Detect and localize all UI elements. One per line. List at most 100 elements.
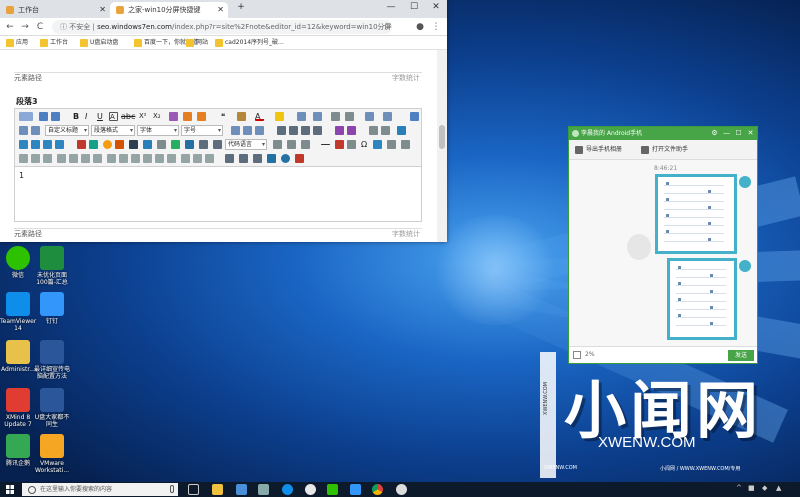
close-button[interactable]: ✕ (745, 127, 756, 140)
snapscreen-icon[interactable] (387, 140, 396, 149)
drafts-icon[interactable] (267, 154, 276, 163)
superscript-icon[interactable]: X² (139, 112, 148, 121)
touppercase-icon[interactable] (335, 126, 344, 135)
forward-button[interactable]: → (18, 20, 32, 34)
desktop-icon-xmind[interactable]: XMind 8 Update 7 (0, 388, 36, 428)
table-props-icon[interactable] (181, 154, 190, 163)
tolowercase-icon[interactable] (347, 126, 356, 135)
open-file-helper-button[interactable]: 打开文件助手 (641, 145, 688, 155)
teamviewer-taskbar-icon[interactable] (282, 484, 293, 495)
fullscreen-icon[interactable] (410, 112, 419, 121)
template-icon[interactable] (287, 140, 296, 149)
info-icon[interactable]: ⓘ (60, 23, 69, 31)
insert-image-icon[interactable] (89, 140, 98, 149)
code-language-select[interactable]: 代码语言 (225, 139, 267, 150)
delete-table-icon[interactable] (31, 154, 40, 163)
row-spacing-icon[interactable] (365, 112, 374, 121)
horizontal-rule-icon[interactable] (321, 144, 330, 145)
task-view-icon[interactable] (188, 484, 199, 495)
insert-code-icon[interactable] (213, 140, 222, 149)
attachment-icon[interactable] (157, 140, 166, 149)
eraser-icon[interactable] (169, 112, 178, 121)
merge-right-icon[interactable] (119, 154, 128, 163)
menu-icon[interactable]: ⋮ (429, 20, 443, 34)
chart-icon[interactable] (205, 154, 214, 163)
bookmark-item[interactable]: 应用 (6, 38, 28, 48)
align-left-icon[interactable] (277, 126, 286, 135)
screenshot-message[interactable] (655, 174, 737, 254)
bookmark-item[interactable]: U盘启动盘 (80, 38, 118, 48)
desktop-icon-tencent[interactable]: 腾讯企鹅 (0, 434, 36, 467)
ltr-icon[interactable] (231, 126, 240, 135)
tray-overflow-icon[interactable]: ^ (736, 484, 742, 492)
address-bar[interactable]: ⓘ 不安全 | seo.windows7en.com/index.php?r=s… (52, 20, 392, 34)
print-icon[interactable] (225, 154, 234, 163)
bookmark-item[interactable]: 网站 (186, 38, 208, 48)
tab-close-icon[interactable]: ✕ (217, 2, 224, 18)
paragraph-mark-icon[interactable] (255, 126, 264, 135)
taskbar-search-box[interactable]: 在这里输入你要搜索的内容 (22, 483, 178, 496)
merge-down-icon[interactable] (131, 154, 140, 163)
delete-col-icon[interactable] (93, 154, 102, 163)
split-rows-icon[interactable] (155, 154, 164, 163)
align-justify-icon[interactable] (313, 126, 322, 135)
bookmark-item[interactable]: 工作台 (40, 38, 68, 48)
special-chars-icon[interactable]: Ω (361, 140, 370, 149)
font-family-select[interactable]: 字体 (137, 125, 179, 136)
align-center-icon[interactable] (289, 126, 298, 135)
paragraph-select[interactable]: 段落格式 (91, 125, 135, 136)
select-all-icon[interactable] (331, 112, 340, 121)
settings-button[interactable]: ⚙ (709, 127, 720, 140)
unordered-list-icon[interactable] (313, 112, 322, 121)
insert-table-icon[interactable] (19, 154, 28, 163)
underline-icon[interactable]: U (97, 112, 106, 121)
desktop-icon-admin-folder[interactable]: Administr... (0, 340, 36, 373)
image-right-icon[interactable] (43, 140, 52, 149)
desktop-icon-wechat[interactable]: 微信 (0, 246, 36, 279)
unlink-icon[interactable] (381, 126, 390, 135)
delete-row-icon[interactable] (69, 154, 78, 163)
insert-col-icon[interactable] (81, 154, 90, 163)
tray-network-icon[interactable]: ◆ (762, 484, 767, 492)
subscript-icon[interactable]: X₂ (153, 112, 162, 121)
undo-icon[interactable] (39, 112, 48, 121)
time-icon[interactable] (347, 140, 356, 149)
split-cells-icon[interactable] (143, 154, 152, 163)
auto-format-icon[interactable] (197, 112, 206, 121)
bold-icon[interactable]: B (73, 112, 82, 121)
redo-icon[interactable] (51, 112, 60, 121)
tray-app-icon[interactable]: ■ (748, 484, 755, 492)
search-replace-icon[interactable] (401, 140, 410, 149)
html-source-icon[interactable] (19, 112, 33, 121)
blockquote-icon[interactable]: ❝ (221, 112, 230, 121)
align-right-icon[interactable] (301, 126, 310, 135)
highlight-icon[interactable] (275, 112, 284, 121)
microphone-icon[interactable] (170, 485, 174, 493)
notes-icon[interactable] (258, 484, 269, 495)
paint-icon[interactable] (236, 484, 247, 495)
preview-icon[interactable] (239, 154, 248, 163)
chrome-icon[interactable] (372, 484, 383, 495)
new-tab-button[interactable]: + (230, 0, 252, 14)
italic-icon[interactable]: I (85, 112, 94, 121)
screenshot-message[interactable] (667, 258, 737, 340)
tab-close-icon[interactable]: ✕ (99, 2, 106, 18)
rtl-icon[interactable] (243, 126, 252, 135)
qq-icon[interactable] (305, 484, 316, 495)
format-painter-icon[interactable] (183, 112, 192, 121)
desktop-icon-word-doc-2[interactable]: U盘大家都不 同生 (34, 388, 70, 428)
scrollbar-thumb[interactable] (439, 125, 445, 149)
close-button[interactable]: ✕ (425, 0, 447, 14)
image-center-icon[interactable] (55, 140, 64, 149)
account-icon[interactable]: ● (413, 20, 427, 34)
help-icon[interactable] (281, 154, 290, 163)
phone-assistant-taskbar-icon[interactable] (327, 484, 338, 495)
desktop-icon-vmware[interactable]: VMware Workstati... (34, 434, 70, 474)
clear-doc-icon[interactable] (345, 112, 354, 121)
gmap-icon[interactable] (185, 140, 194, 149)
reload-button[interactable]: C (33, 20, 47, 34)
page-break-icon[interactable] (273, 140, 282, 149)
wordimage-icon[interactable] (373, 140, 382, 149)
music-icon[interactable] (143, 140, 152, 149)
bookmark-item[interactable]: cad2014序列号_破... (215, 38, 284, 48)
